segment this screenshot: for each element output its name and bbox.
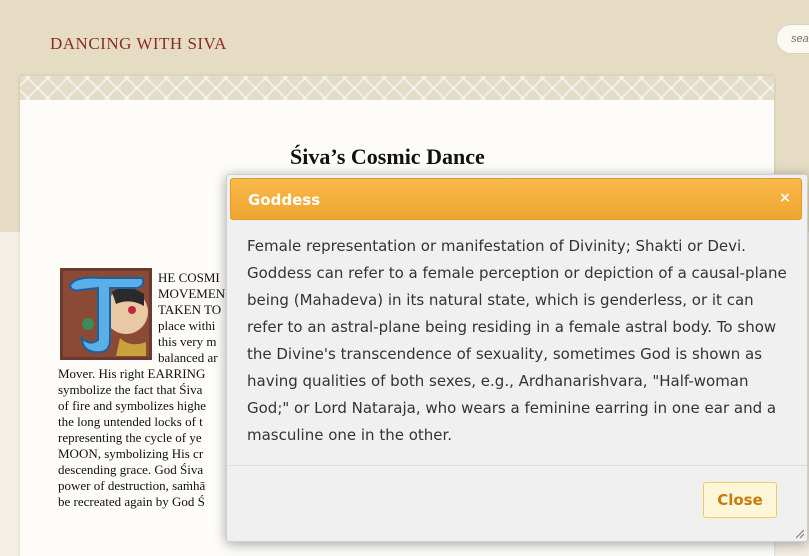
illuminated-letter-t-icon [60, 268, 152, 360]
article-line: this very m [158, 334, 217, 349]
close-icon[interactable]: × [777, 190, 793, 206]
article-line: representing the cycle of ye [58, 430, 202, 445]
article-line: TAKEN TO [158, 302, 222, 317]
article-line: of fire and symbolizes highe [58, 398, 207, 413]
article-line: balanced ar [158, 350, 218, 365]
dialog-button-pane: Close [227, 465, 807, 542]
search-input[interactable] [776, 24, 809, 54]
article-line: the long untended locks of t [58, 414, 203, 429]
article-line: be recreated again by God Ś [58, 494, 205, 509]
dialog-title: Goddess [248, 191, 321, 209]
article-line: Mover. His right EARRING [58, 366, 206, 381]
site-title[interactable]: DANCING WITH SIVA [50, 34, 227, 54]
dialog-definition: Female representation or manifestation o… [247, 237, 787, 444]
glossary-dialog: Goddess × Female representation or manif… [226, 174, 808, 542]
article-line: descending grace. God Śiva [58, 462, 204, 477]
article-line: MOON, symbolizing His cr [58, 446, 204, 461]
dialog-titlebar[interactable]: Goddess × [230, 178, 802, 220]
article-line: HE COSMI [158, 270, 220, 285]
close-button[interactable]: Close [703, 482, 777, 518]
page-title: Śiva’s Cosmic Dance [290, 144, 485, 169]
article-line: place withi [158, 318, 216, 333]
article-line: power of destruction, saṁhā [58, 478, 206, 493]
article-line: MOVEMEN [158, 286, 226, 301]
article-line: symbolize the fact that Śiva [58, 382, 203, 397]
resize-handle-icon[interactable] [795, 529, 805, 539]
decorative-border [20, 76, 774, 100]
